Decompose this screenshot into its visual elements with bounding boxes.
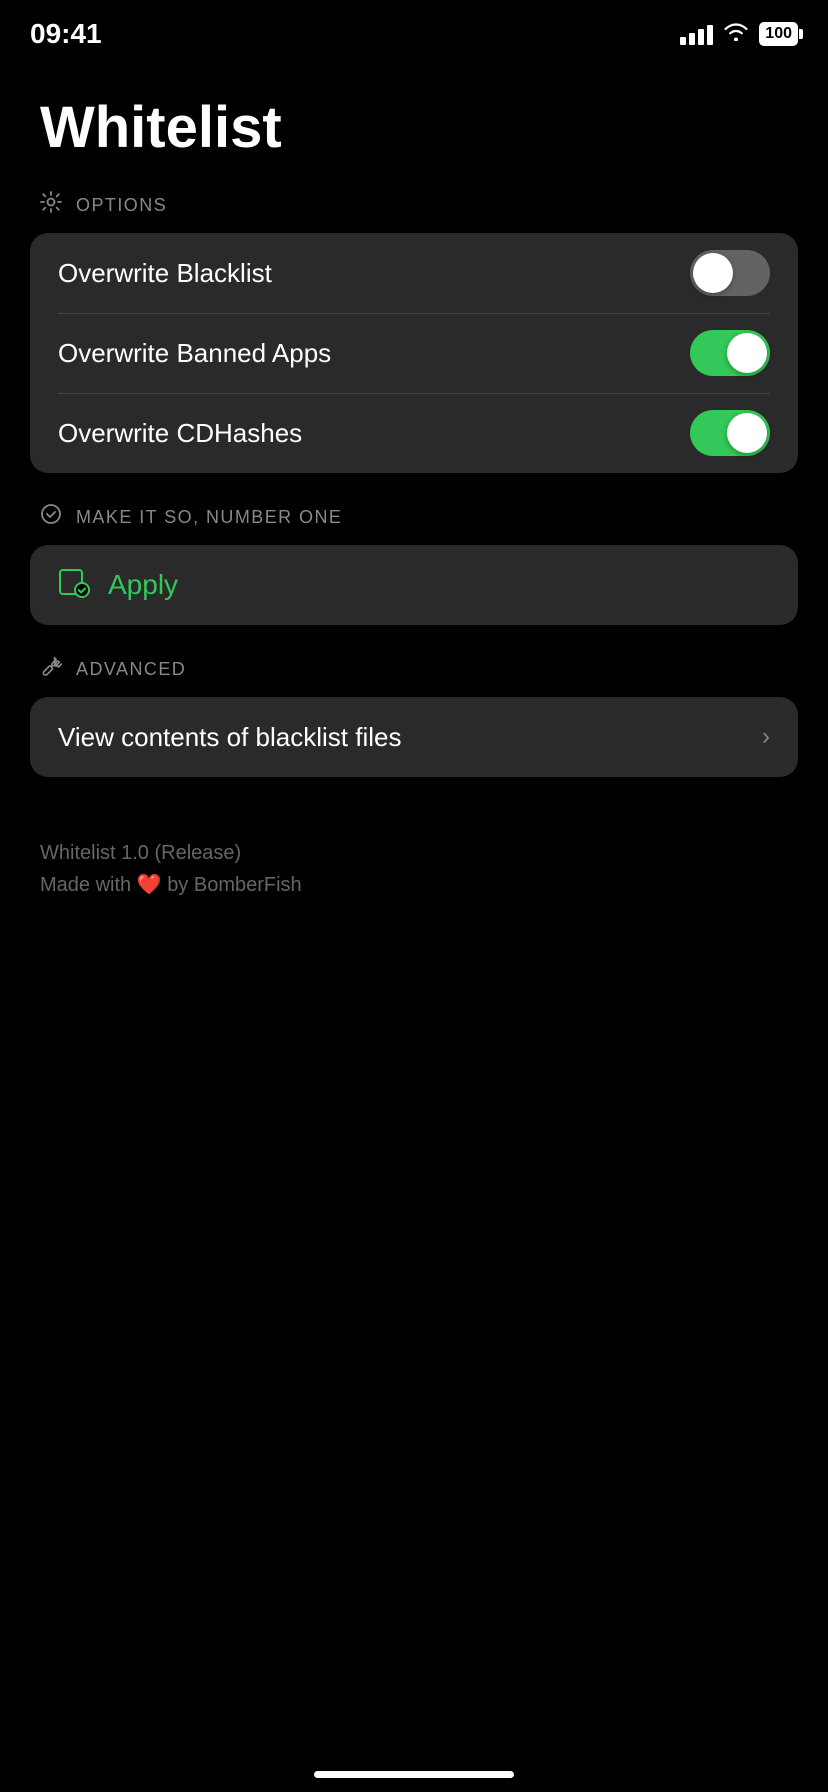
- apply-label: Apply: [108, 569, 178, 601]
- wifi-icon: [723, 21, 749, 47]
- apply-icon: [58, 566, 90, 605]
- footer-credit: Made with ❤️ by BomberFish: [40, 869, 788, 901]
- overwrite-blacklist-toggle[interactable]: [690, 250, 770, 296]
- home-indicator: [314, 1771, 514, 1778]
- heart-icon: ❤️: [137, 874, 167, 896]
- make-it-so-section: MAKE IT SO, NUMBER ONE Apply: [0, 503, 828, 625]
- overwrite-cdhashes-label: Overwrite CDHashes: [58, 418, 302, 449]
- footer: Whitelist 1.0 (Release) Made with ❤️ by …: [0, 807, 828, 931]
- options-section-header: OPTIONS: [0, 191, 828, 233]
- make-it-so-header-label: MAKE IT SO, NUMBER ONE: [76, 507, 342, 528]
- footer-made-with: Made with: [40, 874, 131, 896]
- apply-button[interactable]: Apply: [30, 545, 798, 625]
- overwrite-blacklist-toggle-knob: [693, 253, 733, 293]
- options-gear-icon: [40, 191, 62, 219]
- make-it-so-icon: [40, 503, 62, 531]
- view-contents-card: View contents of blacklist files ›: [30, 697, 798, 777]
- advanced-section: ADVANCED View contents of blacklist file…: [0, 655, 828, 777]
- advanced-section-header: ADVANCED: [0, 655, 828, 697]
- overwrite-cdhashes-toggle[interactable]: [690, 410, 770, 456]
- overwrite-banned-apps-toggle-knob: [727, 333, 767, 373]
- overwrite-cdhashes-toggle-knob: [727, 413, 767, 453]
- overwrite-cdhashes-row: Overwrite CDHashes: [30, 393, 798, 473]
- options-section: OPTIONS Overwrite Blacklist Overwrite Ba…: [0, 191, 828, 473]
- overwrite-banned-apps-toggle[interactable]: [690, 330, 770, 376]
- overwrite-blacklist-row: Overwrite Blacklist: [30, 233, 798, 313]
- advanced-wrench-icon: [40, 655, 62, 683]
- chevron-right-icon: ›: [762, 723, 770, 751]
- overwrite-banned-apps-label: Overwrite Banned Apps: [58, 338, 331, 369]
- advanced-header-label: ADVANCED: [76, 659, 186, 680]
- view-contents-label: View contents of blacklist files: [58, 722, 401, 753]
- footer-version: Whitelist 1.0 (Release): [40, 837, 788, 869]
- status-time: 09:41: [30, 18, 102, 50]
- overwrite-blacklist-label: Overwrite Blacklist: [58, 258, 272, 289]
- footer-by: by BomberFish: [167, 874, 302, 896]
- status-bar: 09:41 100: [0, 0, 828, 54]
- apply-card: Apply: [30, 545, 798, 625]
- battery-icon: 100: [759, 22, 798, 46]
- status-icons: 100: [680, 21, 798, 47]
- overwrite-banned-apps-row: Overwrite Banned Apps: [30, 313, 798, 393]
- options-header-label: OPTIONS: [76, 195, 167, 216]
- options-card: Overwrite Blacklist Overwrite Banned App…: [30, 233, 798, 473]
- make-it-so-section-header: MAKE IT SO, NUMBER ONE: [0, 503, 828, 545]
- signal-bars-icon: [680, 23, 713, 45]
- view-contents-button[interactable]: View contents of blacklist files ›: [30, 697, 798, 777]
- page-title: Whitelist: [0, 54, 828, 191]
